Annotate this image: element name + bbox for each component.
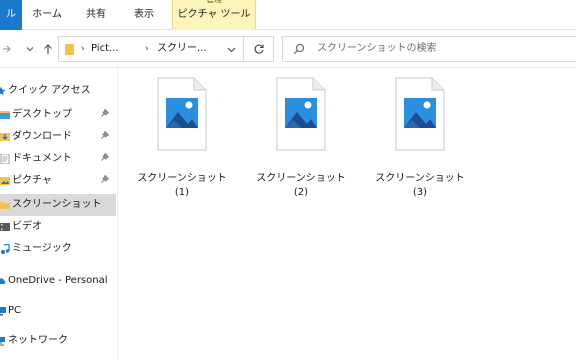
pin-button[interactable] (101, 148, 110, 170)
file-list-view: スクリーンショット (1) スクリーンショット (2) スクリーンショット (3… (119, 68, 576, 360)
refresh-button[interactable] (244, 36, 274, 62)
sidebar-item-screenshots[interactable]: スクリーンショット (0, 194, 116, 216)
tab-view[interactable]: 表示 (124, 0, 164, 30)
image-file-icon (157, 77, 207, 151)
sidebar-item-documents[interactable]: ドキュメント (0, 148, 116, 170)
pin-icon (101, 152, 110, 161)
file-name-index: (3) (412, 187, 428, 198)
sidebar-item-videos[interactable]: ビデオ (0, 216, 116, 238)
sidebar-item-network[interactable]: ネットワーク (0, 330, 116, 352)
address-bar[interactable]: › Pict... › スクリー... (58, 36, 244, 62)
breadcrumb-separator-icon: › (145, 44, 149, 54)
tab-home[interactable]: ホーム (24, 0, 70, 30)
sidebar-item-label: クイック アクセス (8, 85, 91, 96)
sidebar-item-desktop[interactable]: デスクトップ (0, 104, 116, 126)
address-toolbar: › Pict... › スクリー... (0, 30, 576, 68)
file-name-line: スクリーンショット (256, 173, 346, 184)
arrow-up-icon (44, 44, 52, 54)
file-name-line: スクリーンショット (137, 173, 227, 184)
file-name: スクリーンショット (1) (136, 172, 228, 200)
pin-button[interactable] (101, 170, 110, 192)
sidebar-item-label: ネットワーク (8, 335, 68, 346)
pin-icon (101, 108, 110, 117)
chevron-down-icon (227, 47, 236, 53)
file-name: スクリーンショット (2) (255, 172, 347, 200)
tab-file[interactable]: ル (0, 0, 22, 30)
image-file-icon (276, 77, 326, 151)
sidebar-item-downloads[interactable]: ダウンロード (0, 126, 116, 148)
refresh-icon (254, 44, 264, 54)
file-item[interactable]: スクリーンショット (3) (374, 76, 466, 204)
navigation-pane: クイック アクセス デスクトップ ダウンロード ドキュメント ピクチャ スクリー… (0, 68, 118, 360)
pin-icon[interactable] (101, 104, 110, 126)
file-name-line: スクリーンショット (375, 173, 465, 184)
pin-icon (101, 130, 110, 139)
sidebar-item-label: ビデオ (12, 221, 42, 232)
chevron-down-icon (26, 47, 34, 52)
cloud-icon (0, 278, 6, 284)
sidebar-item-label: OneDrive - Personal (8, 275, 108, 286)
file-name-index: (2) (293, 187, 309, 198)
sidebar-item-pictures[interactable]: ピクチャ (0, 170, 116, 192)
image-file-icon (395, 77, 445, 151)
file-name: スクリーンショット (3) (374, 172, 466, 200)
music-icon (1, 244, 10, 254)
sidebar-item-pc[interactable]: PC (0, 300, 116, 322)
sidebar-item-quick-access[interactable]: クイック アクセス (0, 80, 116, 102)
arrow-right-icon (3, 45, 11, 53)
sidebar-item-label: ドキュメント (12, 153, 72, 164)
download-icon (0, 133, 10, 141)
folder-icon (65, 44, 74, 55)
sidebar-item-label: ミュージック (12, 243, 72, 254)
desktop-folder-icon (0, 111, 10, 119)
breadcrumb-separator-icon: › (81, 44, 85, 54)
search-icon (293, 43, 305, 55)
tab-share[interactable]: 共有 (76, 0, 116, 30)
sidebar-item-label: デスクトップ (12, 109, 72, 120)
breadcrumb-pictures[interactable]: Pict... (91, 37, 119, 61)
ribbon: ル ホーム 共有 表示 ピクチャ ツール 管理 (0, 0, 576, 30)
pictures-icon (0, 177, 10, 185)
sidebar-item-label: PC (8, 305, 22, 316)
back-button[interactable] (0, 38, 14, 60)
context-tab-label: 管理 (172, 0, 256, 5)
search-box[interactable] (282, 36, 576, 62)
document-icon (0, 154, 10, 164)
sidebar-item-label: スクリーンショット (12, 199, 102, 210)
address-dropdown-button[interactable] (227, 37, 236, 61)
sidebar-item-label: ピクチャ (12, 175, 52, 186)
star-icon (0, 86, 6, 96)
sidebar-item-label: ダウンロード (12, 131, 72, 142)
file-item[interactable]: スクリーンショット (2) (255, 76, 347, 204)
sidebar-item-music[interactable]: ミュージック (0, 238, 116, 260)
pin-icon (101, 174, 110, 183)
pc-icon (0, 307, 6, 316)
breadcrumb-screenshots[interactable]: スクリー... (157, 37, 207, 61)
up-button[interactable] (40, 38, 56, 60)
folder-icon (0, 202, 10, 209)
search-input[interactable] (317, 37, 567, 61)
pin-button[interactable] (101, 126, 110, 148)
sidebar-item-onedrive[interactable]: OneDrive - Personal (0, 270, 116, 292)
file-name-index: (1) (174, 187, 190, 198)
network-icon (0, 337, 5, 346)
recent-locations-button[interactable] (24, 38, 36, 60)
file-item[interactable]: スクリーンショット (1) (136, 76, 228, 204)
video-icon (0, 223, 10, 231)
